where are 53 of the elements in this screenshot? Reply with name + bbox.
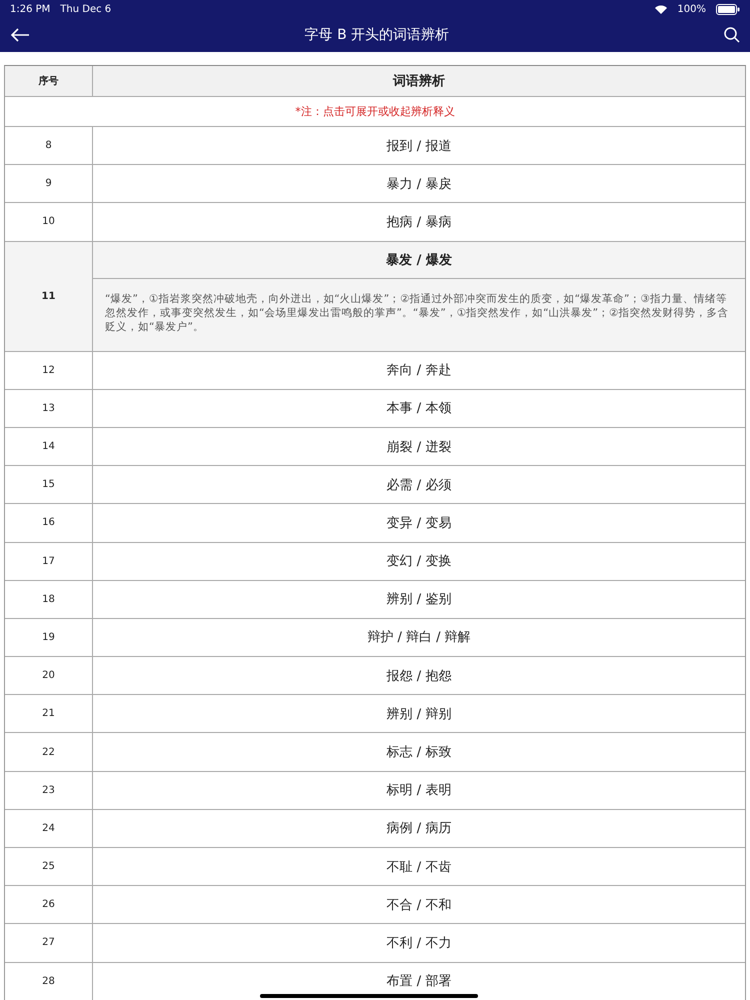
battery-percent: 100% [677,4,706,14]
table-row[interactable]: 17 变幻 / 变换 [5,542,745,581]
table-row[interactable]: 27 不利 / 不力 [5,924,745,963]
table-row[interactable]: 22 标志 / 标致 [5,733,745,772]
table-row[interactable]: 12 奔向 / 奔赴 [5,352,745,390]
battery-icon [716,4,740,14]
word-pair: 暴力 / 暴戾 [386,176,452,193]
column-header: 词语辨析 [93,66,745,96]
status-date: Thu Dec 6 [60,4,112,14]
table-row[interactable]: 18 辨别 / 鉴别 [5,580,745,619]
table-row[interactable]: 14 崩裂 / 迸裂 [5,428,745,466]
table-row[interactable]: 23 标明 / 表明 [5,772,745,810]
explanation-text: “爆发”，①指岩浆突然冲破地壳，向外迸出，如“火山爆发”；②指通过外部冲突而发生的质变，如“爆发革命”；③指力量、情绪等忽然发作，或事变突然发生，如“会场里爆发出雷鸣般的掌声”。“暴发”，①指突然发作，如“山洪暴发”；②指突然发财得势，多含贬义，如“暴发户”。 [104,292,730,335]
table-row[interactable]: 26 不合 / 不和 [5,886,745,924]
table-row[interactable]: 9 暴力 / 暴戾 [5,165,745,204]
table-row[interactable]: 19 辩护 / 辩白 / 辩解 [5,618,745,658]
word-pair: 变异 / 变易 [386,514,452,532]
word-pair: 报怨 / 抱怨 [386,668,452,685]
table-row[interactable]: 8 报到 / 报道 [5,127,745,166]
column-header: 序号 [5,66,93,96]
word-pair: 辨别 / 鉴别 [386,591,452,608]
word-pair: 布置 / 部署 [386,973,452,990]
word-pair: 不利 / 不力 [386,934,452,952]
table-row[interactable]: 20 报怨 / 抱怨 [5,657,745,696]
word-pair: 标志 / 标致 [386,744,452,762]
word-pair: 变幻 / 变换 [386,553,452,570]
wifi-icon [655,4,668,14]
word-pair: 必需 / 必须 [386,476,452,494]
table-note: *注：点击可展开或收起辨析释义 [295,104,455,119]
table-row[interactable]: 15 必需 / 必须 [5,466,745,504]
word-pair: 本事 / 本领 [386,400,452,418]
word-pair: 报到 / 报道 [386,138,452,155]
status-time: 1:26 PM [10,4,50,14]
word-pair: 病例 / 病历 [386,820,452,838]
word-pair: 辩护 / 辩白 / 辩解 [367,629,471,646]
back-arrow-icon[interactable] [10,28,30,42]
word-pair: 不合 / 不和 [386,896,452,914]
word-pair: 不耻 / 不齿 [386,858,452,876]
page-title: 字母 B 开头的词语辨析 [304,26,450,44]
search-icon[interactable] [724,27,740,43]
table-row[interactable]: 10 抱病 / 暴病 [5,203,745,242]
row-number: 11 [5,242,93,351]
word-pair: 标明 / 表明 [386,782,452,800]
word-pair: 奔向 / 奔赴 [386,362,452,380]
table-row[interactable]: 13 本事 / 本领 [5,390,745,428]
word-pair: 辨别 / 辩别 [386,706,452,723]
table-row[interactable]: 25 不耻 / 不齿 [5,848,745,886]
word-pair: 抱病 / 暴病 [386,214,452,231]
word-pair: 崩裂 / 迸裂 [386,438,452,456]
table-row[interactable]: 21 辨别 / 辩别 [5,695,745,734]
table-row[interactable]: 24 病例 / 病历 [5,810,745,848]
table-row[interactable]: 16 变异 / 变易 [5,504,745,542]
word-pair: 暴发 / 爆发 [93,242,745,279]
